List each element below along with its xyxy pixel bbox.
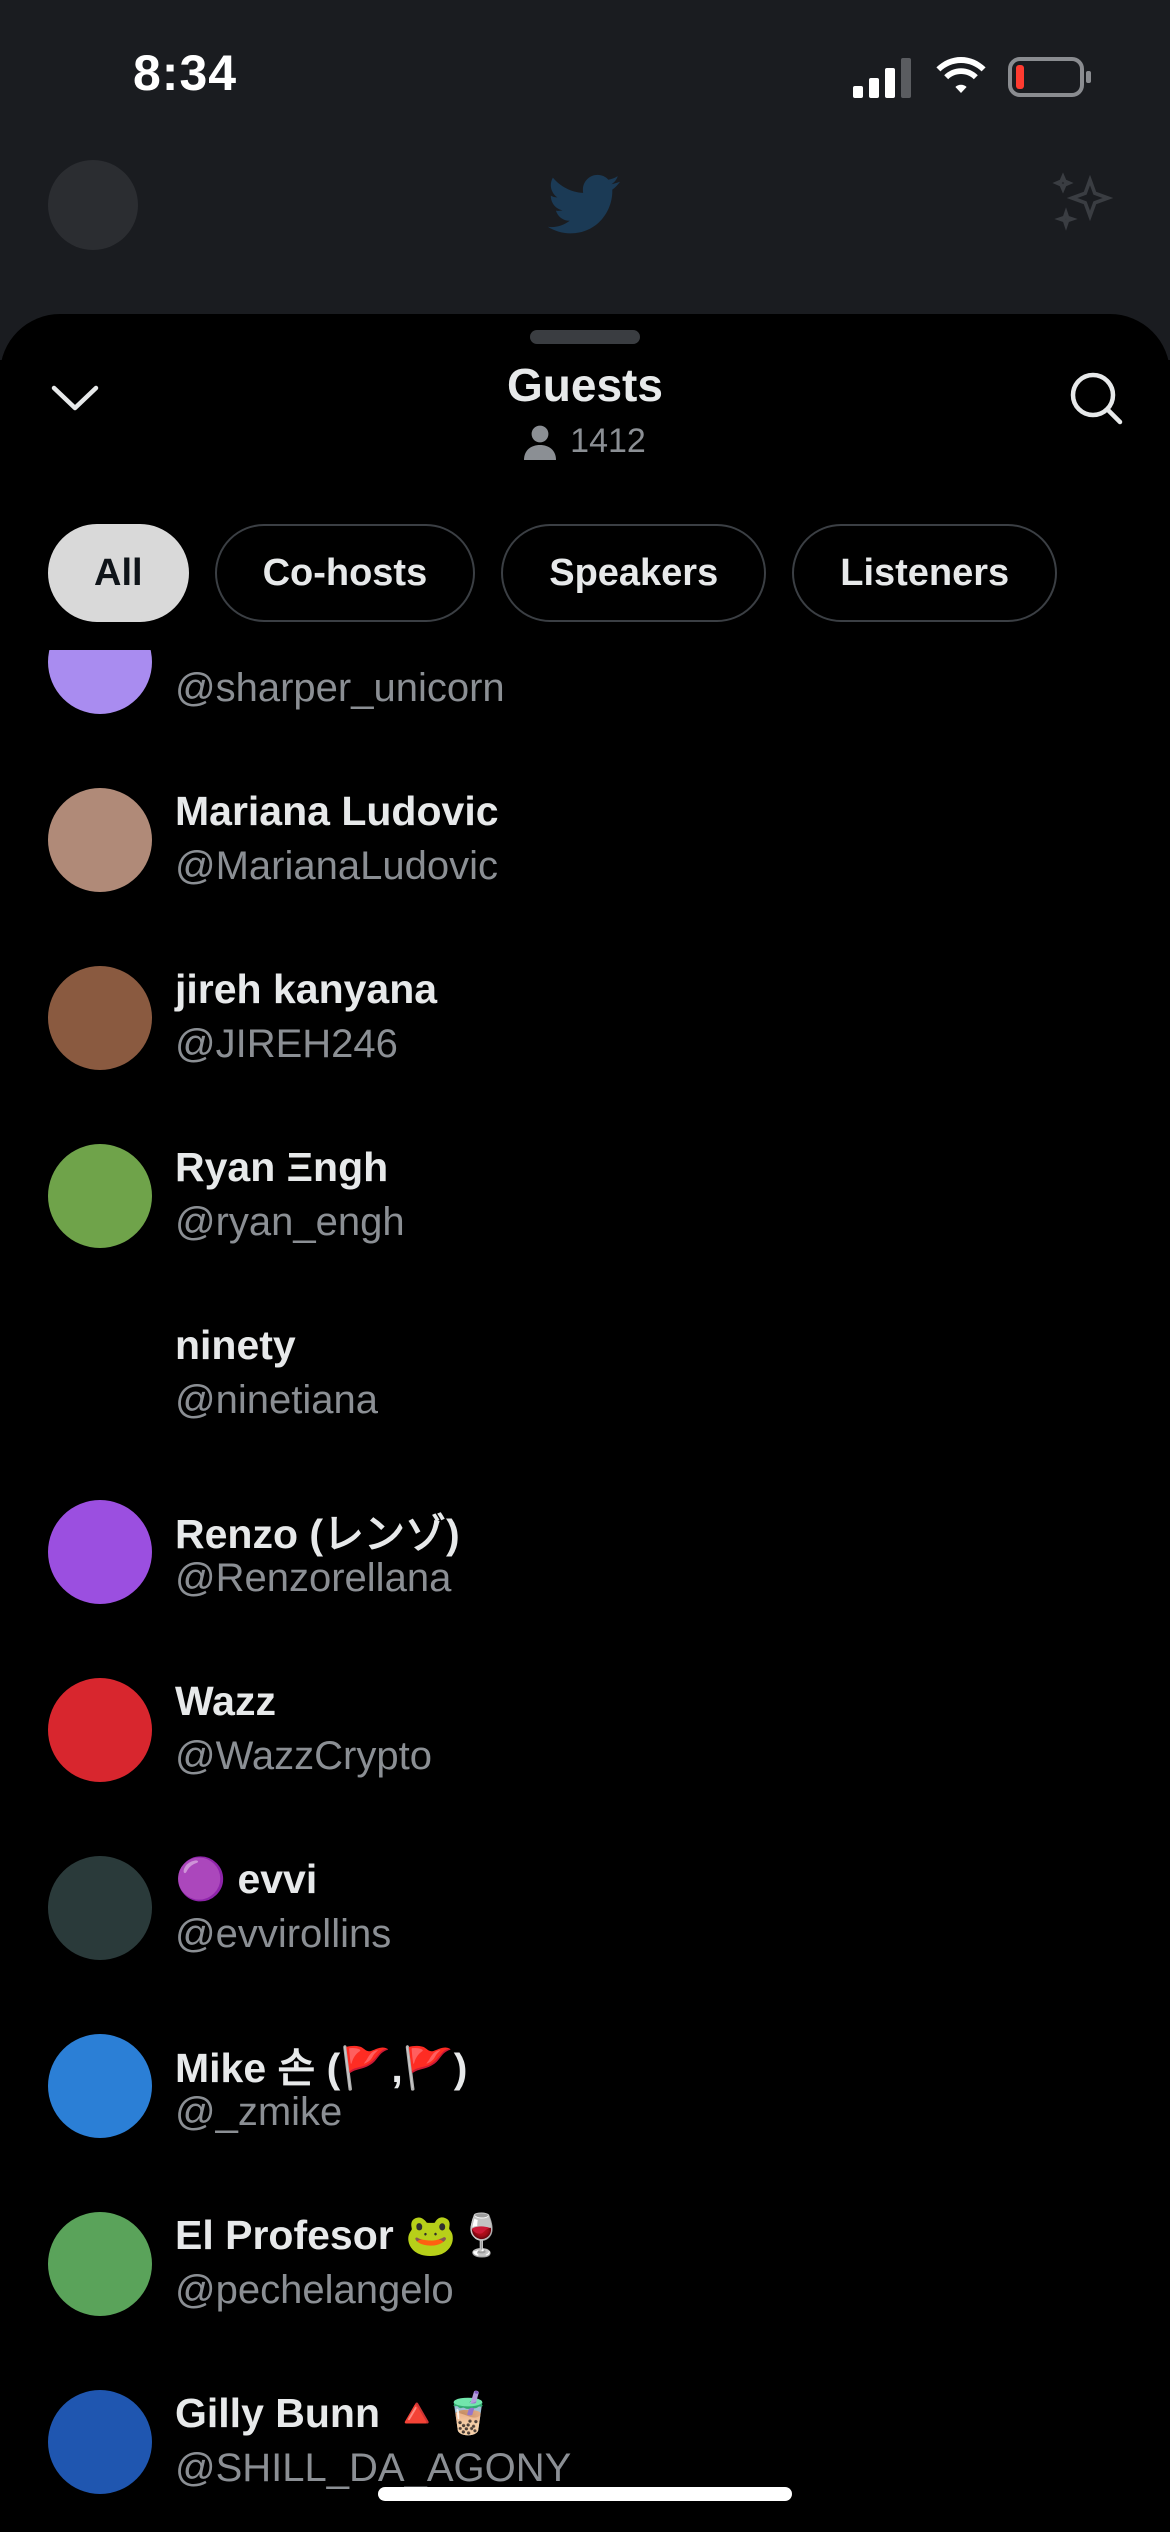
guest-count-value: 1412	[570, 422, 646, 460]
guest-row[interactable]: Mariana Ludovic @MarianaLudovic	[0, 758, 1170, 936]
sparkle-icon	[1052, 172, 1114, 231]
guest-handle: @sharper_unicorn	[175, 666, 505, 710]
home-indicator[interactable]	[378, 2487, 792, 2501]
search-icon	[1070, 372, 1123, 425]
guest-handle: @MarianaLudovic	[175, 844, 498, 888]
avatar	[48, 160, 138, 250]
guest-handle: @ryan_engh	[175, 1200, 405, 1244]
battery-low-icon	[1008, 57, 1091, 97]
avatar[interactable]	[48, 966, 152, 1070]
guest-name: El Profesor 🐸🍷	[175, 2212, 508, 2258]
guest-list[interactable]: trickerz.eth @sharper_unicorn Mariana Ludo…	[0, 650, 1170, 2532]
search-button[interactable]	[1060, 362, 1132, 434]
avatar[interactable]	[48, 650, 152, 714]
guest-row[interactable]: Gilly Bunn 🔺🧋 @SHILL_DA_AGONY	[0, 2360, 1170, 2532]
tab-all[interactable]: All	[48, 524, 189, 622]
status-bar: 8:34	[0, 0, 1170, 150]
tab-speakers[interactable]: Speakers	[501, 524, 767, 622]
guest-name: Mike 손 (🚩,🚩)	[175, 2045, 468, 2091]
person-icon	[524, 425, 557, 460]
guest-row[interactable]: Renzo (レンゾ) @Renzorellana	[0, 1470, 1170, 1648]
avatar[interactable]	[48, 1500, 152, 1604]
guest-row[interactable]: trickerz.eth @sharper_unicorn	[0, 650, 1170, 758]
guest-handle: @Renzorellana	[175, 1556, 452, 1600]
avatar[interactable]	[48, 1678, 152, 1782]
guest-handle: @SHILL_DA_AGONY	[175, 2446, 572, 2490]
guest-row[interactable]: Wazz @WazzCrypto	[0, 1648, 1170, 1826]
guest-name: Renzo (レンゾ)	[175, 1511, 460, 1557]
guest-name: Wazz	[175, 1678, 276, 1724]
wifi-icon	[936, 57, 986, 93]
guest-row[interactable]: Ryan Ξngh @ryan_engh	[0, 1114, 1170, 1292]
status-time: 8:34	[133, 45, 238, 101]
guest-handle: @pechelangelo	[175, 2268, 454, 2312]
avatar[interactable]	[48, 2212, 152, 2316]
guest-handle: @WazzCrypto	[175, 1734, 432, 1778]
guest-name: ninety	[175, 1322, 296, 1368]
guest-row[interactable]: 🟣 evvi @evvirollins	[0, 1826, 1170, 2004]
guest-row[interactable]: El Profesor 🐸🍷 @pechelangelo	[0, 2182, 1170, 2360]
guest-row[interactable]: jireh kanyana @JIREH246	[0, 936, 1170, 1114]
filter-tabs: All Co-hosts Speakers Listeners	[48, 524, 1058, 622]
guest-row[interactable]: ninety @ninetiana	[0, 1292, 1170, 1470]
tab-co-hosts[interactable]: Co-hosts	[214, 524, 476, 622]
signal-icon	[853, 58, 911, 98]
guest-handle: @JIREH246	[175, 1022, 398, 1066]
avatar[interactable]	[48, 1144, 152, 1248]
guests-sheet: Guests 1412 All Co-hosts Speakers Listen…	[0, 314, 1170, 2532]
guest-name: Gilly Bunn 🔺🧋	[175, 2390, 494, 2436]
avatar[interactable]	[48, 2034, 152, 2138]
guest-name: trickerz.eth	[175, 650, 394, 657]
avatar[interactable]	[48, 1322, 152, 1426]
sheet-grabber[interactable]	[530, 330, 640, 344]
guest-handle: @ninetiana	[175, 1378, 378, 1422]
sheet-title: Guests	[507, 359, 663, 411]
avatar[interactable]	[48, 1856, 152, 1960]
avatar[interactable]	[48, 2390, 152, 2494]
bird-logo-icon	[547, 174, 620, 234]
guest-name: 🟣 evvi	[175, 1856, 318, 1902]
guest-name: Ryan Ξngh	[175, 1144, 389, 1190]
tab-listeners[interactable]: Listeners	[792, 524, 1058, 622]
guest-name: Mariana Ludovic	[175, 788, 499, 834]
guest-handle: @evvirollins	[175, 1912, 392, 1956]
guest-count: 1412	[0, 422, 1170, 461]
avatar[interactable]	[48, 788, 152, 892]
guest-handle: @_zmike	[175, 2090, 343, 2134]
guest-row[interactable]: Mike 손 (🚩,🚩) @_zmike	[0, 2004, 1170, 2182]
guest-name: jireh kanyana	[175, 966, 438, 1012]
